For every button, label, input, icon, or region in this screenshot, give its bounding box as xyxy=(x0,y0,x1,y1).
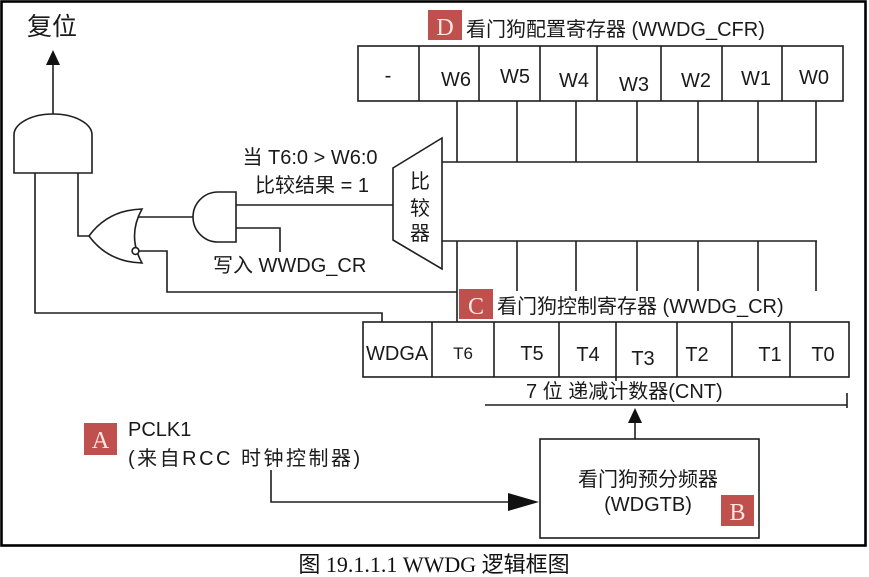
comparator-result: 比较结果 = 1 xyxy=(255,174,369,197)
cr-bit-t6: T6 xyxy=(453,344,473,363)
comparator-char: 较 xyxy=(410,197,430,220)
prescaler-code: (WDGTB) xyxy=(604,494,692,516)
cfr-bit-w0: W0 xyxy=(799,67,829,89)
cfr-bit-w2: W2 xyxy=(681,70,711,92)
cr-bit-t1: T1 xyxy=(758,344,781,366)
comparator-char: 比 xyxy=(410,170,430,193)
cfr-bit-w3: W3 xyxy=(619,74,649,96)
prescaler-block: 看门狗预分频器 (WDGTB) B xyxy=(539,438,760,539)
comparator-condition: 当 T6:0 > W6:0 xyxy=(242,146,377,169)
cfr-register: - W6 W5 W4 W3 W2 W1 W0 xyxy=(357,45,844,102)
clock-name: PCLK1 xyxy=(128,419,191,441)
cfr-bit-w6: W6 xyxy=(441,69,471,91)
badge-a-letter: A xyxy=(92,428,110,454)
wwdg-logic-diagram: 复位 写入 WWDG_CR 当 T6:0 > W6:0 比较结果 = 1 比 较… xyxy=(0,0,867,577)
prescaler-name: 看门狗预分频器 xyxy=(578,468,718,491)
write-cr-label: 写入 WWDG_CR xyxy=(213,255,366,277)
cfr-bit-w1: W1 xyxy=(741,68,771,90)
inverter-bubble xyxy=(131,246,140,256)
badge-d-letter: D xyxy=(436,15,453,41)
clock-source-text: (来自RCC 时钟控制器) xyxy=(128,447,363,470)
badge-b-letter: B xyxy=(729,500,745,526)
comparator-char: 器 xyxy=(410,223,430,245)
cr-register-name: 看门狗控制寄存器 (WWDG_CR) xyxy=(497,295,784,318)
reset-label: 复位 xyxy=(27,13,77,41)
cfr-bit-w4: W4 xyxy=(559,70,589,92)
cr-bit-t3: T3 xyxy=(631,348,654,370)
counter-label: 7 位 递减计数器(CNT) xyxy=(526,380,723,403)
cr-bit-t2: T2 xyxy=(685,344,708,366)
and-gate-reset xyxy=(13,113,93,174)
cr-bit-t0: T0 xyxy=(811,344,834,366)
cfr-bit-reserved: - xyxy=(385,65,392,87)
cr-register: WDGA T6 T5 T4 T3 T2 T1 T0 xyxy=(362,321,850,381)
cfr-bit-w5: W5 xyxy=(500,66,530,88)
cr-bit-t5: T5 xyxy=(520,343,543,365)
cr-bit-t4: T4 xyxy=(576,344,599,366)
figure-caption: 图 19.1.1.1 WWDG 逻辑框图 xyxy=(298,552,569,577)
and-gate-window xyxy=(192,191,237,243)
cr-bit-wdga: WDGA xyxy=(366,343,429,365)
badge-c-letter: C xyxy=(468,294,484,320)
cfr-register-name: 看门狗配置寄存器 (WWDG_CFR) xyxy=(466,18,765,41)
